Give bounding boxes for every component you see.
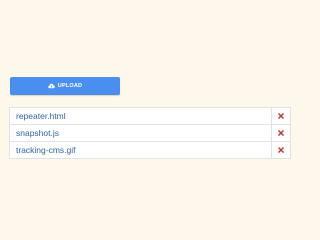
page: UPLOAD repeater.html snapshot.js trackin…	[0, 0, 300, 240]
file-name-link[interactable]: snapshot.js	[16, 128, 59, 139]
remove-file-button[interactable]	[271, 142, 290, 158]
file-name-link[interactable]: tracking-cms.gif	[16, 145, 76, 156]
upload-button-label: UPLOAD	[57, 83, 83, 89]
remove-x-icon	[278, 113, 284, 119]
file-row: snapshot.js	[9, 124, 291, 142]
file-row: tracking-cms.gif	[9, 141, 291, 159]
file-list: repeater.html snapshot.js tracking-cms.g…	[9, 107, 291, 159]
file-name-link[interactable]: repeater.html	[16, 111, 66, 122]
remove-file-button[interactable]	[271, 125, 290, 141]
remove-file-button[interactable]	[271, 108, 290, 124]
upload-button[interactable]: UPLOAD	[10, 77, 120, 95]
file-row: repeater.html	[9, 107, 291, 125]
remove-x-icon	[278, 147, 284, 153]
remove-x-icon	[278, 130, 284, 136]
cloud-upload-icon	[48, 83, 55, 89]
